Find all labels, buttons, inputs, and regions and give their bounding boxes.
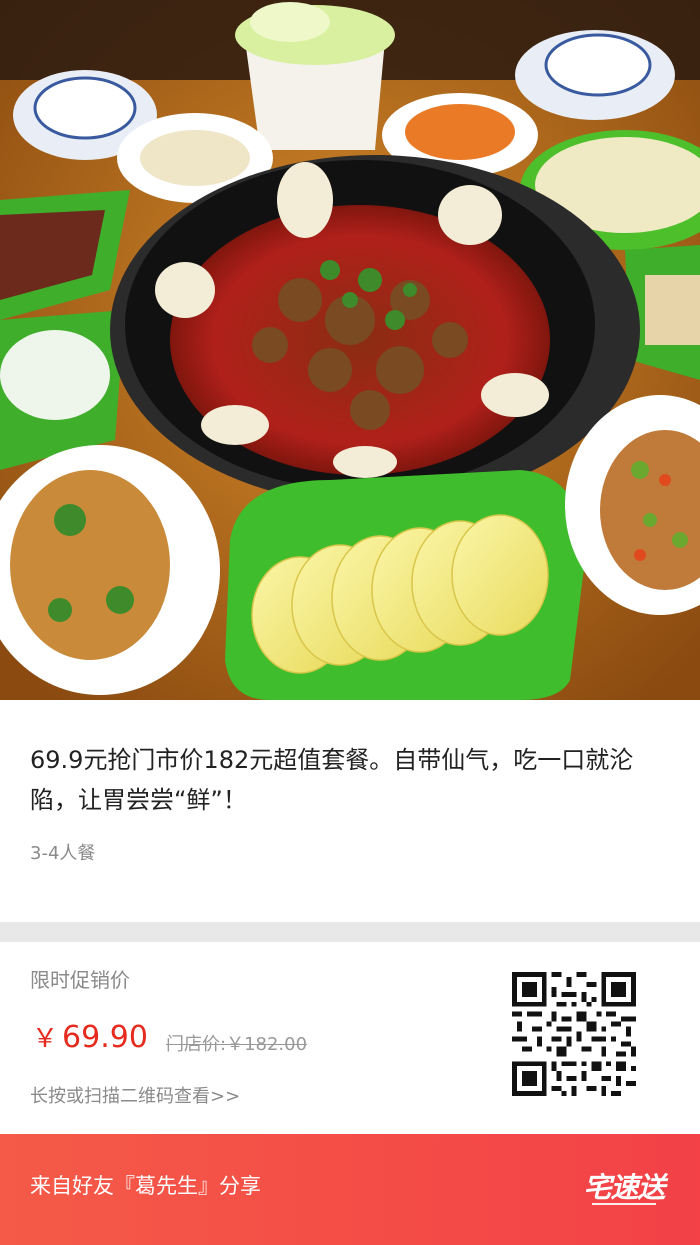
promo-label: 限时促销价 — [30, 968, 130, 992]
store-price: 门店价:￥182.00 — [166, 1030, 307, 1056]
product-title: 69.9元抢门市价182元超值套餐。自带仙气，吃一口就沦陷，让胃尝尝“鲜”！ — [30, 746, 634, 814]
food-photo-illustration — [0, 0, 700, 700]
product-subtitle: 3-4人餐 — [30, 843, 96, 864]
store-price-text: 门店价:￥182.00 — [166, 1034, 308, 1055]
scan-hint: 长按或扫描二维码查看>> — [30, 1086, 241, 1107]
qr-code-icon[interactable] — [512, 972, 636, 1096]
share-footer: 来自好友『葛先生』分享 宅速送 — [0, 1134, 700, 1245]
promo-section: 限时促销价 ￥ 69.90 门店价:￥182.00 长按或扫描二维码查看>> — [0, 942, 700, 1134]
brand-logo-icon: 宅速送 — [578, 1160, 670, 1218]
brand-name: 宅速送 — [583, 1171, 665, 1204]
promo-price: ￥ 69.90 — [32, 1018, 148, 1055]
food-photo — [0, 0, 700, 700]
currency-symbol: ￥ — [32, 1024, 59, 1054]
section-divider — [0, 922, 700, 942]
product-info: 69.9元抢门市价182元超值套餐。自带仙气，吃一口就沦陷，让胃尝尝“鲜”！ 3… — [0, 700, 700, 922]
brand-underline — [592, 1203, 656, 1211]
price-value: 69.90 — [62, 1020, 148, 1055]
share-text: 来自好友『葛先生』分享 — [30, 1174, 261, 1198]
